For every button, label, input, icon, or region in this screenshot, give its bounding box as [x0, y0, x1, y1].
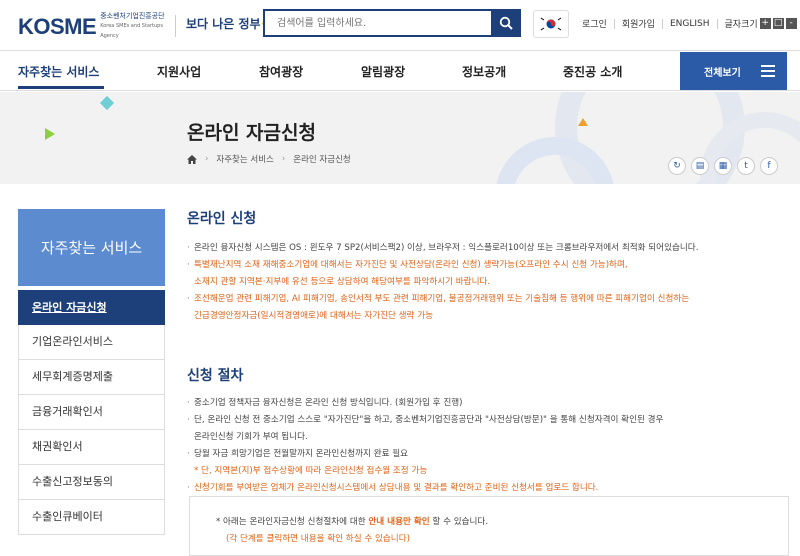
decor-triangle: [578, 118, 588, 126]
logo-sub-en: Korea SMEs and Startups Agency: [100, 23, 163, 39]
facebook-icon[interactable]: f: [760, 157, 778, 175]
sidebar-item-finance-cert[interactable]: 금융거래확인서: [18, 395, 165, 430]
sidebar-item-export-incubator[interactable]: 수출인큐베이터: [18, 500, 165, 535]
korea-flag-icon[interactable]: [533, 10, 569, 38]
list-item: 당월 자금 희망기업은 전월말까지 온라인신청까지 완료 필요: [187, 446, 787, 463]
list-item: 중소기업 정책자금 융자신청은 온라인 신청 방식입니다. (회원가입 후 진행…: [187, 395, 787, 412]
list-item-text: 특별재난지역 소재 재해중소기업에 대해서는 자가진단 및 사전상담(온라인 신…: [194, 260, 628, 270]
list-item-text: 온라인 융자신청 시스템은 OS : 윈도우 7 SP2(서비스팩2) 이상, …: [194, 243, 699, 253]
print-icon[interactable]: ▤: [691, 157, 709, 175]
info-pre: * 아래는 온라인자금신청 신청절차에 대한: [216, 517, 369, 527]
page-title: 온라인 자금신청: [187, 122, 316, 144]
menu-icon: [761, 65, 775, 80]
sidebar-item-online-fund[interactable]: 온라인 자금신청: [18, 290, 165, 325]
logo-subtitle: 중소벤처기업진흥공단 Korea SMEs and Startups Agenc…: [100, 12, 170, 41]
share-toolbar: ↻ ▤ ▦ t f: [668, 157, 783, 175]
list-item-cont: 긴급경영안정자금(일시적경영애로)에 대해서는 자가진단 생략 가능: [194, 311, 434, 321]
twitter-icon[interactable]: t: [737, 157, 755, 175]
nav-notice[interactable]: 알림광장: [361, 63, 405, 80]
nav-info-disclosure[interactable]: 정보공개: [462, 63, 506, 80]
list-item: 조선해운업 관련 피해기업, AI 피해기업, 송인서적 부도 관련 피해기업,…: [187, 291, 787, 325]
list-item: 온라인 융자신청 시스템은 OS : 윈도우 7 SP2(서비스팩2) 이상, …: [187, 240, 787, 257]
nav-active-indicator: [18, 86, 104, 89]
info-line-2: (각 단계를 클릭하면 내용을 확인 하실 수 있습니다): [226, 534, 410, 544]
english-link[interactable]: ENGLISH: [670, 19, 710, 29]
section-title-procedure: 신청 절차: [187, 368, 244, 384]
info-bold: 안내 내용만 확인: [368, 517, 430, 527]
list-item-cont: 온라인신청 기회가 부여 됩니다.: [194, 432, 308, 442]
font-decrease-button[interactable]: -: [785, 18, 797, 29]
all-view-label: 전체보기: [704, 67, 741, 79]
section-title-online: 온라인 신청: [187, 211, 257, 227]
online-notes: 온라인 융자신청 시스템은 OS : 윈도우 7 SP2(서비스팩2) 이상, …: [187, 240, 787, 325]
search-box: [263, 9, 521, 37]
login-link[interactable]: 로그인: [582, 17, 607, 30]
logo-text: KOSME: [18, 13, 97, 39]
search-icon: [499, 16, 513, 30]
search-input[interactable]: [265, 11, 487, 36]
decor-diamond: [99, 95, 115, 111]
slogan-text: 보다 나은 정부: [186, 17, 261, 31]
list-item-text: 단, 온라인 신청 전 중소기업 스스로 "자가진단"을 하고, 중소벤처기업진…: [194, 415, 664, 425]
list-item-text: 조선해운업 관련 피해기업, AI 피해기업, 송인서적 부도 관련 피해기업,…: [194, 294, 690, 304]
procedure-notes: 중소기업 정책자금 융자신청은 온라인 신청 방식입니다. (회원가입 후 진행…: [187, 395, 787, 497]
list-item-text: 당월 자금 희망기업은 전월말까지 온라인신청까지 완료 필요: [194, 449, 409, 459]
kosme-logo[interactable]: KOSME 중소벤처기업진흥공단 Korea SMEs and Startups…: [18, 12, 170, 41]
utility-links: 로그인 회원가입 ENGLISH 글자크기 + □ -: [582, 17, 797, 30]
slogan: 보다 나은 정부+: [186, 15, 272, 32]
logo-sub-ko: 중소벤처기업진흥공단: [100, 12, 165, 20]
font-reset-button[interactable]: □: [772, 18, 784, 29]
font-increase-button[interactable]: +: [759, 18, 771, 29]
all-view-button[interactable]: 전체보기: [680, 52, 787, 90]
nav-support[interactable]: 지원사업: [157, 63, 201, 80]
font-size-label: 글자크기: [724, 20, 758, 30]
main-content: 온라인 신청 온라인 융자신청 시스템은 OS : 윈도우 7 SP2(서비스팩…: [187, 208, 787, 497]
blog-icon[interactable]: ▦: [714, 157, 732, 175]
list-item: 신청기회를 부여받은 업체가 온라인신청시스템에서 상담내용 및 결과를 확인하…: [187, 480, 787, 497]
decor-triangle: [45, 128, 55, 140]
list-item-text: 중소기업 정책자금 융자신청은 온라인 신청 방식입니다. (회원가입 후 진행…: [194, 398, 463, 408]
note-text: * 단, 지역본(지)부 접수상황에 따라 온라인신청 접수월 조정 가능: [194, 466, 428, 476]
home-icon[interactable]: [187, 154, 197, 164]
list-item: 특별재난지역 소재 재해중소기업에 대해서는 자가진단 및 사전상담(온라인 신…: [187, 257, 787, 291]
top-header: KOSME 중소벤처기업진흥공단 Korea SMEs and Startups…: [0, 0, 800, 50]
refresh-icon[interactable]: ↻: [668, 157, 686, 175]
breadcrumb-item[interactable]: 온라인 자금신청: [293, 153, 350, 165]
list-item-cont: 소재지 관할 지역본·지부에 유선 등으로 상담하여 해당여부를 파악하시기 바…: [194, 277, 491, 287]
nav-participation[interactable]: 참여광장: [259, 63, 303, 80]
list-item-text: 신청기회를 부여받은 업체가 온라인신청시스템에서 상담내용 및 결과를 확인하…: [194, 483, 599, 493]
breadcrumb-item[interactable]: 자주찾는 서비스: [216, 153, 273, 165]
list-item-note: * 단, 지역본(지)부 접수상황에 따라 온라인신청 접수월 조정 가능: [187, 463, 787, 480]
list-item: 단, 온라인 신청 전 중소기업 스스로 "자가진단"을 하고, 중소벤처기업진…: [187, 412, 787, 446]
info-post: 할 수 있습니다.: [429, 517, 489, 527]
search-button[interactable]: [491, 9, 520, 37]
sidebar-heading: 자주찾는 서비스: [18, 209, 165, 286]
sidebar-item-tax-cert[interactable]: 세무회계증명제출: [18, 360, 165, 395]
nav-frequent-services[interactable]: 자주찾는 서비스: [18, 63, 99, 80]
signup-link[interactable]: 회원가입: [622, 17, 655, 30]
sidebar-menu: 온라인 자금신청 기업온라인서비스 세무회계증명제출 금융거래확인서 채권확인서…: [18, 290, 165, 535]
header-divider: [175, 15, 176, 37]
sidebar-item-export-consent[interactable]: 수출신고정보동의: [18, 465, 165, 500]
sidebar-item-bond-cert[interactable]: 채권확인서: [18, 430, 165, 465]
breadcrumb: › 자주찾는 서비스 › 온라인 자금신청: [187, 153, 351, 165]
info-line-1: * 아래는 온라인자금신청 신청절차에 대한 안내 내용만 확인 할 수 있습니…: [216, 515, 488, 527]
nav-about[interactable]: 중진공 소개: [563, 63, 622, 80]
procedure-info-box: * 아래는 온라인자금신청 신청절차에 대한 안내 내용만 확인 할 수 있습니…: [189, 496, 789, 556]
sidebar-item-corp-online[interactable]: 기업온라인서비스: [18, 325, 165, 360]
